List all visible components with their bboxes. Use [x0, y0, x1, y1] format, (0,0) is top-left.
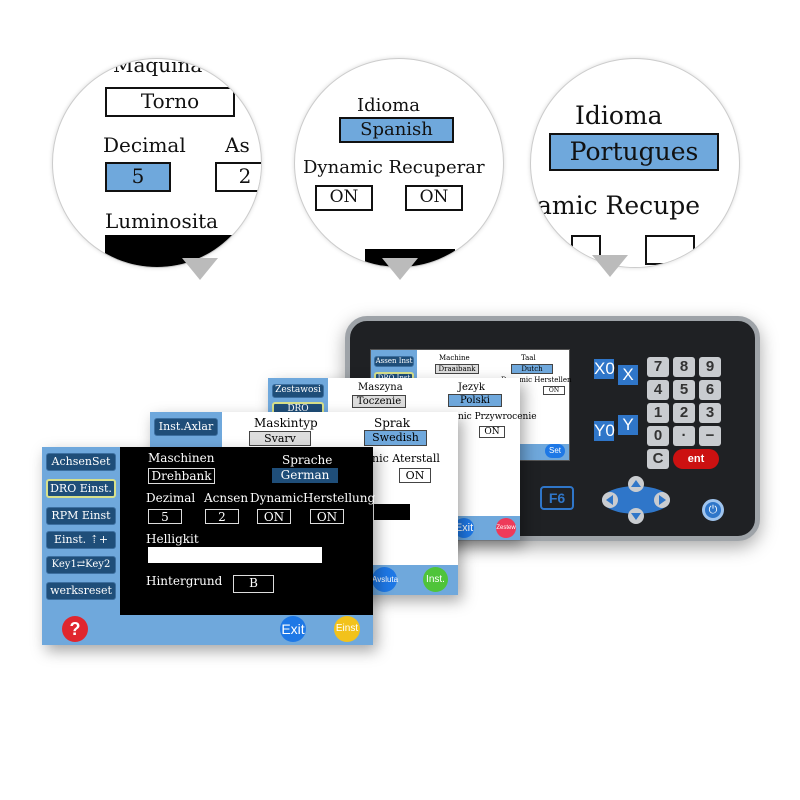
machine-label: Maquina [113, 58, 203, 77]
key-2[interactable]: 2 [673, 403, 695, 423]
decimal-label: Decimal [103, 133, 186, 157]
key-dot[interactable]: · [673, 426, 695, 446]
f6-key[interactable]: F6 [540, 486, 574, 510]
restore-label: Herstellung [303, 491, 376, 505]
sidebar-item[interactable]: Assen Inst [374, 356, 414, 367]
language-label: Sprak [374, 416, 411, 430]
restore-label: nic Aterstall [372, 452, 440, 465]
zoom-circle-portuguese: Idioma Portugues amic Recupe [530, 58, 740, 268]
exit-button[interactable]: Avsluta [372, 567, 398, 592]
set-button[interactable]: Inst. [423, 567, 448, 592]
language-label: Idioma [357, 95, 421, 116]
machine-field: Svarv [249, 431, 311, 446]
einst-button[interactable]: Einst [334, 616, 360, 642]
key-clear[interactable]: C [647, 449, 669, 469]
zoom-circle-spanish: Idioma Spanish Dynamic Recuperar ON ON [294, 58, 504, 268]
power-icon[interactable]: ⏻ [702, 499, 724, 521]
dynamic-field[interactable]: ON [257, 509, 291, 524]
brightness-bar [105, 235, 255, 267]
set-button[interactable]: Zestew [496, 518, 516, 538]
dynamic-field: ON [315, 185, 373, 211]
brightness-label: Luminosita [105, 209, 219, 233]
machine-field[interactable]: Drehbank [148, 468, 215, 484]
restore-field: ON [399, 468, 431, 483]
key-9[interactable]: 9 [699, 357, 721, 377]
dynamic-label: Dynamic [250, 491, 304, 505]
axes-field[interactable]: 2 [205, 509, 239, 524]
background-field[interactable]: B [233, 575, 274, 593]
machine-label: Maskintyp [254, 416, 318, 430]
help-button[interactable]: ? [62, 616, 88, 642]
restore-field [645, 235, 695, 265]
key-minus[interactable]: − [699, 426, 721, 446]
x-axis-key[interactable]: X [618, 365, 638, 385]
decimal-field: 5 [105, 162, 171, 192]
sidebar-item-rpm-einst[interactable]: RPM Einst [46, 507, 116, 525]
dynamic-label: amic Recupe [537, 191, 701, 220]
exit-button[interactable]: Exit [280, 616, 306, 642]
sidebar-item-key-swap[interactable]: Key1⇄Key2 [46, 556, 116, 574]
screen-german: AchsenSet DRO Einst. RPM Einst Einst. ⇡+… [42, 447, 376, 645]
dynamic-label: Dynamic Recuperar [303, 157, 485, 178]
language-label: Sprache [282, 453, 333, 467]
nav-pad[interactable] [600, 476, 672, 524]
background-label: Hintergrund [146, 574, 223, 588]
restore-label: nic Przywrocenie [458, 412, 537, 422]
sidebar-item[interactable]: Zestawosi [272, 384, 324, 398]
language-field: Spanish [339, 117, 454, 143]
y-zero-key[interactable]: Y0 [594, 421, 615, 441]
key-6[interactable]: 6 [699, 380, 721, 400]
key-8[interactable]: 8 [673, 357, 695, 377]
sidebar-item[interactable]: Inst.Axlar [154, 418, 218, 436]
restore-field: ON [405, 185, 463, 211]
language-label: Taal [521, 354, 536, 362]
brightness-label: Helligkit [146, 532, 199, 546]
key-5[interactable]: 5 [673, 380, 695, 400]
decimal-field[interactable]: 5 [148, 509, 182, 524]
y-axis-key[interactable]: Y [618, 415, 638, 435]
x-zero-key[interactable]: X0 [594, 359, 615, 379]
machine-label: Maschinen [148, 451, 215, 465]
restore-field[interactable]: ON [310, 509, 344, 524]
key-4[interactable]: 4 [647, 380, 669, 400]
key-1[interactable]: 1 [647, 403, 669, 423]
restore-field: ON [479, 426, 505, 438]
axis-label: As [225, 133, 250, 157]
restore-field: ON [543, 386, 565, 395]
zoom-circle-machine: Maquina Torno Decimal As 5 2 Luminosita [52, 58, 262, 268]
language-field: Dutch [511, 364, 553, 374]
sidebar-item-dro-einst[interactable]: DRO Einst. [46, 479, 116, 498]
sidebar-item-einst-axes[interactable]: Einst. ⇡+ [46, 531, 116, 549]
language-label: Idioma [575, 101, 663, 130]
key-7[interactable]: 7 [647, 357, 669, 377]
language-field: Portugues [549, 133, 719, 171]
sidebar-item-achsenset[interactable]: AchsenSet [46, 453, 116, 471]
key-3[interactable]: 3 [699, 403, 721, 423]
sidebar-item-werksreset[interactable]: werksreset [46, 582, 116, 600]
axes-label: Acnsen [204, 491, 249, 505]
key-0[interactable]: 0 [647, 426, 669, 446]
language-field[interactable]: German [272, 468, 338, 483]
decimal-label: Dezimal [146, 491, 196, 505]
language-label: Jezyk [458, 382, 485, 393]
axis-field: 2 [215, 162, 261, 192]
pointer [182, 258, 218, 280]
language-field: Polski [448, 394, 502, 407]
machine-field: Torno [105, 87, 235, 117]
pointer [382, 258, 418, 280]
machine-label: Machine [439, 354, 470, 362]
pointer [592, 255, 628, 277]
machine-label: Maszyna [358, 382, 403, 393]
enter-key[interactable]: ent [673, 449, 719, 469]
brightness-slider[interactable] [148, 547, 322, 563]
machine-field: Draaibank [435, 364, 479, 374]
machine-field: Toczenie [352, 395, 406, 408]
set-button[interactable]: Set [545, 444, 565, 458]
language-field: Swedish [364, 430, 427, 446]
